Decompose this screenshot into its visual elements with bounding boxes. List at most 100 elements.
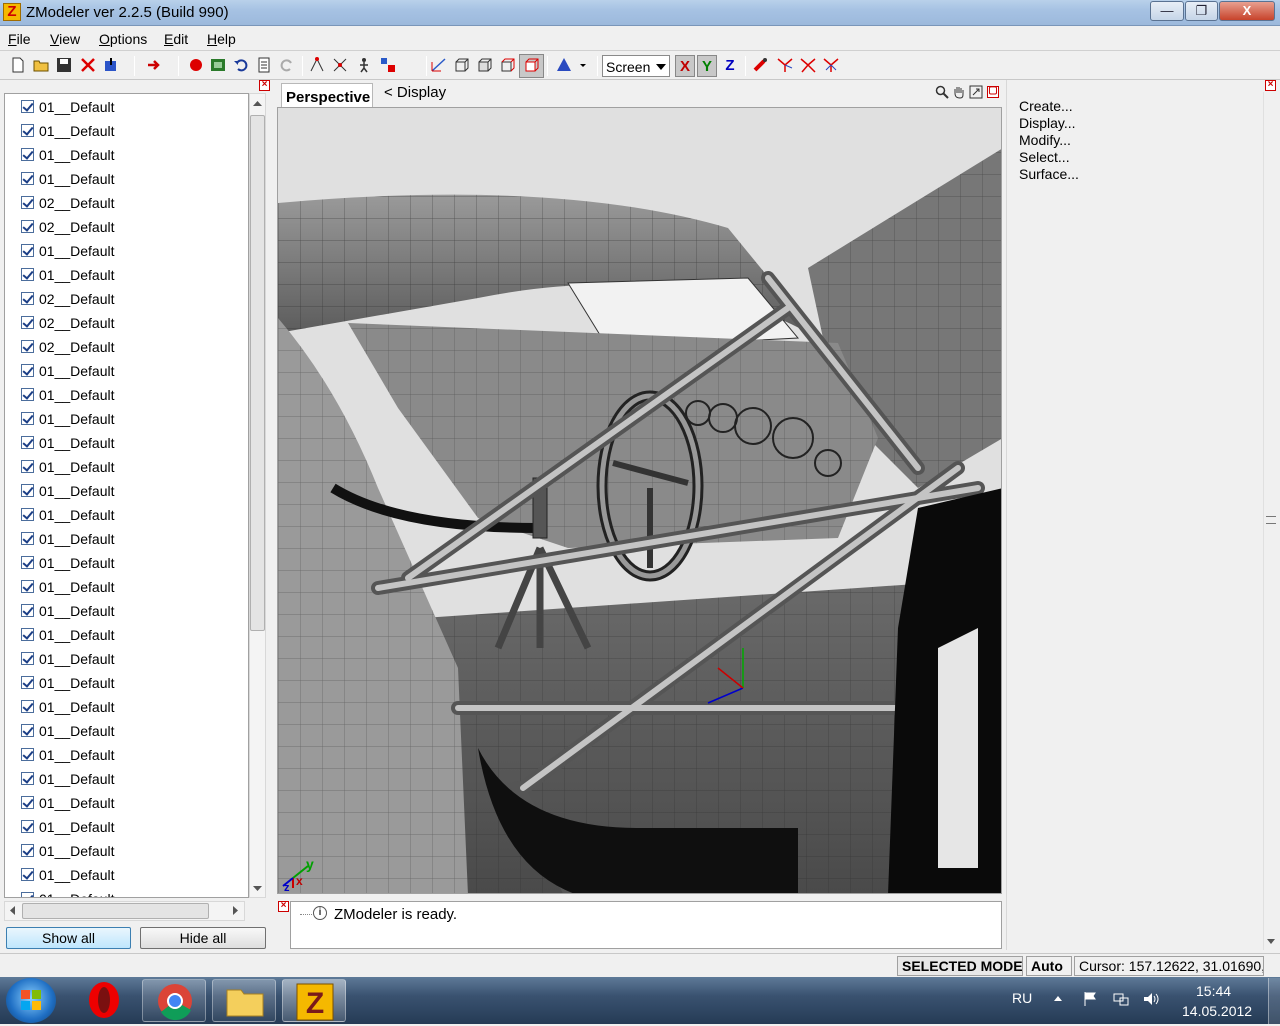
save-icon[interactable]	[55, 56, 73, 74]
axis-z-toggle[interactable]: Z	[720, 55, 740, 77]
list-item[interactable]: 01__Default	[21, 623, 115, 647]
box-front-icon[interactable]	[476, 56, 494, 74]
command-display[interactable]: Display...	[1019, 115, 1076, 132]
show-all-button[interactable]: Show all	[6, 927, 131, 949]
visibility-checkbox[interactable]	[21, 676, 34, 689]
close-viewport-button[interactable]: ▢	[987, 86, 999, 98]
scroll-right-arrow-icon[interactable]	[232, 905, 240, 916]
show-hidden-icons-icon[interactable]	[1052, 993, 1064, 1003]
axis-y-toggle[interactable]: Y	[697, 55, 717, 77]
list-item[interactable]: 01__Default	[21, 95, 115, 119]
list-item[interactable]: 01__Default	[21, 503, 115, 527]
status-snap[interactable]: Auto	[1026, 956, 1072, 976]
list-item[interactable]: 01__Default	[21, 455, 115, 479]
tab-perspective[interactable]: Perspective	[281, 83, 373, 107]
visibility-checkbox[interactable]	[21, 172, 34, 185]
object-list-scroll-thumb[interactable]	[250, 115, 265, 631]
visibility-checkbox[interactable]	[21, 412, 34, 425]
list-item[interactable]: 01__Default	[21, 839, 115, 863]
taskbar-opera[interactable]	[72, 979, 136, 1022]
view-perspective-icon[interactable]	[430, 56, 448, 74]
list-item[interactable]: 01__Default	[21, 359, 115, 383]
visibility-checkbox[interactable]	[21, 460, 34, 473]
clock-date[interactable]: 14.05.2012	[1182, 1003, 1252, 1019]
visibility-checkbox[interactable]	[21, 820, 34, 833]
visibility-checkbox[interactable]	[21, 868, 34, 881]
scroll-down-arrow-icon[interactable]	[252, 885, 263, 893]
visibility-checkbox[interactable]	[21, 604, 34, 617]
list-item[interactable]: 01__Default	[21, 599, 115, 623]
visibility-checkbox[interactable]	[21, 532, 34, 545]
visibility-checkbox[interactable]	[21, 748, 34, 761]
visibility-checkbox[interactable]	[21, 436, 34, 449]
taskbar-zmodeler[interactable]: Z	[282, 979, 346, 1022]
visibility-checkbox[interactable]	[21, 244, 34, 257]
list-item[interactable]: 01__Default	[21, 575, 115, 599]
pan-hand-icon[interactable]	[952, 85, 966, 99]
box-side-icon[interactable]	[499, 56, 517, 74]
close-log-button[interactable]: ×	[278, 901, 289, 912]
box-icon[interactable]	[453, 56, 471, 74]
undo-icon[interactable]	[232, 56, 250, 74]
axis-scale-icon[interactable]	[799, 56, 817, 74]
select-figure-icon[interactable]	[355, 56, 373, 74]
visibility-checkbox[interactable]	[21, 100, 34, 113]
box-active-icon[interactable]	[523, 56, 541, 74]
scroll-left-arrow-icon[interactable]	[8, 905, 16, 916]
notes-icon[interactable]	[255, 56, 273, 74]
render-icon[interactable]	[187, 56, 205, 74]
network-icon[interactable]	[1112, 990, 1130, 1008]
axis-x-toggle[interactable]: X	[675, 55, 695, 77]
list-item[interactable]: 01__Default	[21, 695, 115, 719]
list-item[interactable]: 01__Default	[21, 431, 115, 455]
visibility-checkbox[interactable]	[21, 124, 34, 137]
material-icon[interactable]	[209, 56, 227, 74]
visibility-checkbox[interactable]	[21, 316, 34, 329]
list-item[interactable]: 02__Default	[21, 311, 115, 335]
visibility-checkbox[interactable]	[21, 892, 34, 897]
pyramid-icon[interactable]	[555, 56, 573, 74]
visibility-checkbox[interactable]	[21, 388, 34, 401]
visibility-checkbox[interactable]	[21, 508, 34, 521]
zoom-icon[interactable]	[935, 85, 949, 99]
visibility-checkbox[interactable]	[21, 292, 34, 305]
visibility-checkbox[interactable]	[21, 580, 34, 593]
dropdown-arrow-icon[interactable]	[578, 56, 588, 74]
language-indicator[interactable]: RU	[1012, 990, 1032, 1006]
visibility-checkbox[interactable]	[21, 268, 34, 281]
scroll-grip-icon[interactable]	[1266, 516, 1276, 524]
menu-help[interactable]: Help	[207, 31, 236, 47]
select-group-icon[interactable]	[379, 56, 397, 74]
command-create[interactable]: Create...	[1019, 98, 1073, 115]
list-item[interactable]: 01__Default	[21, 551, 115, 575]
close-window-button[interactable]: X	[1219, 1, 1275, 21]
command-modify[interactable]: Modify...	[1019, 132, 1071, 149]
list-item[interactable]: 02__Default	[21, 287, 115, 311]
import-icon[interactable]	[102, 56, 120, 74]
close-command-panel-button[interactable]: ×	[1265, 80, 1276, 91]
maximize-viewport-icon[interactable]	[969, 85, 983, 99]
visibility-checkbox[interactable]	[21, 340, 34, 353]
list-item[interactable]: 01__Default	[21, 119, 115, 143]
object-list[interactable]: 01__Default 01__Default 01__Default 01__Def…	[4, 93, 249, 898]
menu-edit[interactable]: Edit	[164, 31, 188, 47]
command-select[interactable]: Select...	[1019, 149, 1070, 166]
visibility-checkbox[interactable]	[21, 652, 34, 665]
hide-all-button[interactable]: Hide all	[140, 927, 266, 949]
list-item[interactable]: 01__Default	[21, 479, 115, 503]
list-item[interactable]: 01__Default	[21, 143, 115, 167]
object-list-horizontal-scroll-thumb[interactable]	[22, 903, 209, 919]
viewport-display-menu[interactable]: < Display	[384, 84, 446, 101]
show-desktop-button[interactable]	[1268, 978, 1280, 1024]
list-item[interactable]: 01__Default	[21, 863, 115, 887]
list-item[interactable]: 01__Default	[21, 263, 115, 287]
action-center-flag-icon[interactable]	[1082, 990, 1100, 1008]
list-item[interactable]: 01__Default	[21, 239, 115, 263]
coordinate-space-select[interactable]: Screen	[602, 55, 670, 77]
select-point-icon[interactable]	[331, 56, 349, 74]
new-file-icon[interactable]	[9, 56, 27, 74]
volume-icon[interactable]	[1142, 990, 1160, 1008]
clock-time[interactable]: 15:44	[1196, 983, 1231, 999]
menu-file[interactable]: File	[8, 31, 31, 47]
minimize-button[interactable]: —	[1150, 1, 1184, 21]
